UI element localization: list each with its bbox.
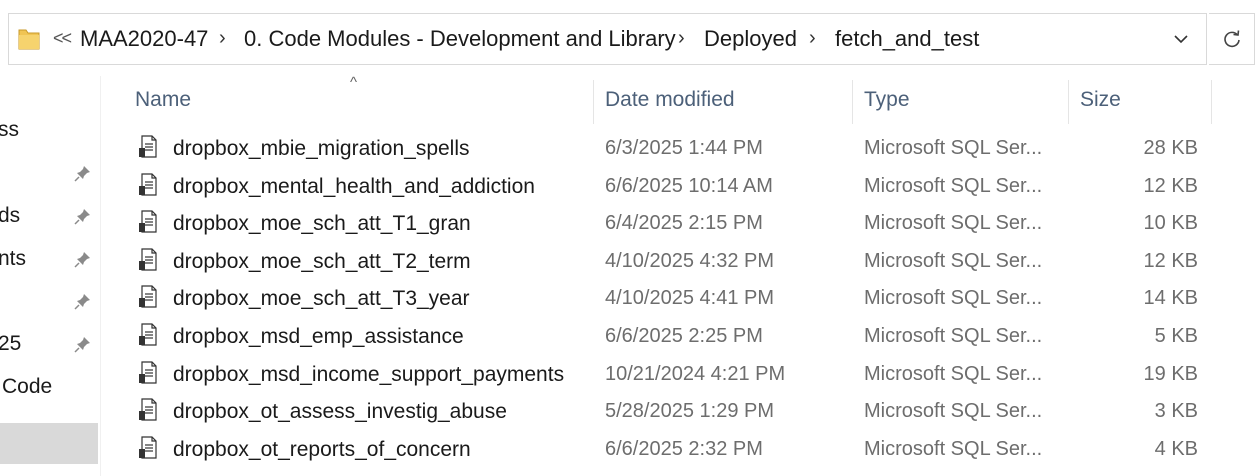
chevron-right-icon[interactable]: › xyxy=(678,27,685,50)
chevron-right-icon[interactable]: › xyxy=(219,27,226,50)
nav-item[interactable]: 25 xyxy=(0,332,21,356)
file-type: Microsoft SQL Ser... xyxy=(864,137,1043,159)
file-row[interactable]: dropbox_mbie_migration_spells 6/3/2025 1:… xyxy=(100,129,1255,167)
file-type: Microsoft SQL Ser... xyxy=(864,174,1043,197)
sql-file-icon xyxy=(138,135,158,159)
file-date-modified: 4/10/2025 4:41 PM xyxy=(605,287,775,310)
sql-file-icon xyxy=(138,172,158,197)
file-date-modified: 6/4/2025 2:15 PM xyxy=(605,212,763,235)
file-size: 28 KB xyxy=(1143,137,1198,159)
sql-file-icon xyxy=(138,248,158,272)
file-row[interactable]: dropbox_ot_reports_of_concern 6/6/2025 2:… xyxy=(100,430,1255,468)
chevron-down-icon[interactable] xyxy=(1170,28,1192,50)
column-header-type[interactable]: Type xyxy=(864,88,910,112)
file-row[interactable]: dropbox_moe_sch_att_T3_year 4/10/2025 4:4… xyxy=(100,279,1255,317)
breadcrumb-item-code-modules[interactable]: 0. Code Modules - Development and Librar… xyxy=(244,26,676,52)
nav-item[interactable]: Code xyxy=(2,375,52,399)
file-type: Microsoft SQL Ser... xyxy=(864,325,1043,347)
sql-file-icon xyxy=(138,323,158,347)
file-date-modified: 6/6/2025 2:32 PM xyxy=(605,437,763,460)
pin-icon[interactable] xyxy=(74,292,92,310)
file-name: dropbox_ot_assess_investig_abuse xyxy=(173,400,507,424)
file-date-modified: 5/28/2025 1:29 PM xyxy=(605,400,775,423)
file-type: Microsoft SQL Ser... xyxy=(864,287,1043,310)
file-row[interactable]: dropbox_mental_health_and_addiction 6/6/2… xyxy=(100,167,1255,205)
nav-item[interactable]: ds xyxy=(0,204,20,228)
refresh-icon xyxy=(1224,30,1240,48)
nav-item[interactable]: nts xyxy=(0,247,26,271)
file-size: 19 KB xyxy=(1143,362,1198,385)
file-date-modified: 6/3/2025 1:44 PM xyxy=(605,137,763,159)
file-name: dropbox_mbie_migration_spells xyxy=(173,137,470,160)
pin-icon[interactable] xyxy=(74,335,92,353)
breadcrumb-item-maa2020-47[interactable]: MAA2020-47 xyxy=(80,26,208,52)
file-name: dropbox_msd_emp_assistance xyxy=(173,325,464,348)
file-size: 5 KB xyxy=(1154,325,1198,347)
file-size: 14 KB xyxy=(1143,287,1198,310)
column-header-name[interactable]: Name xyxy=(135,88,191,112)
nav-item[interactable]: ss xyxy=(0,118,19,142)
file-size: 3 KB xyxy=(1154,400,1198,423)
address-bar[interactable]: << MAA2020-47 › 0. Code Modules - Develo… xyxy=(8,13,1207,65)
column-divider[interactable] xyxy=(1211,80,1212,124)
pin-icon[interactable] xyxy=(74,250,92,268)
file-name: dropbox_moe_sch_att_T3_year xyxy=(173,287,470,311)
nav-selected-highlight xyxy=(0,423,98,464)
file-type: Microsoft SQL Ser... xyxy=(864,362,1043,385)
file-type: Microsoft SQL Ser... xyxy=(864,400,1043,423)
breadcrumb-overflow-button[interactable]: << xyxy=(53,28,72,49)
file-row[interactable]: dropbox_msd_income_support_payments 10/21… xyxy=(100,355,1255,393)
sql-file-icon xyxy=(138,210,158,234)
column-divider[interactable] xyxy=(1068,80,1069,124)
file-name: dropbox_moe_sch_att_T2_term xyxy=(173,249,471,273)
file-row[interactable]: dropbox_msd_emp_assistance 6/6/2025 2:25 … xyxy=(100,317,1255,355)
refresh-button[interactable] xyxy=(1209,13,1255,65)
file-date-modified: 6/6/2025 10:14 AM xyxy=(605,174,773,197)
pin-icon[interactable] xyxy=(74,164,92,182)
sql-file-icon xyxy=(138,436,158,460)
folder-icon xyxy=(18,27,40,51)
pin-icon[interactable] xyxy=(74,207,92,225)
file-row[interactable]: dropbox_ot_assess_investig_abuse 5/28/202… xyxy=(100,392,1255,430)
file-name: dropbox_ot_reports_of_concern xyxy=(173,437,471,461)
column-divider[interactable] xyxy=(852,80,853,124)
column-header-size[interactable]: Size xyxy=(1080,88,1121,112)
file-size: 12 KB xyxy=(1143,249,1198,272)
file-name: dropbox_mental_health_and_addiction xyxy=(173,174,535,198)
chevron-right-icon[interactable]: › xyxy=(809,27,816,50)
sort-ascending-icon: ^ xyxy=(350,74,358,91)
file-date-modified: 10/21/2024 4:21 PM xyxy=(605,362,786,385)
address-bar-area: << MAA2020-47 › 0. Code Modules - Develo… xyxy=(0,0,1255,76)
navigation-pane: ss ds nts 25 Code xyxy=(0,76,101,476)
column-divider[interactable] xyxy=(593,80,594,124)
sql-file-icon xyxy=(138,360,158,385)
sql-file-icon xyxy=(138,398,158,422)
breadcrumb-item-fetch-and-test[interactable]: fetch_and_test xyxy=(835,26,979,52)
file-size: 12 KB xyxy=(1143,174,1198,197)
breadcrumb-item-deployed[interactable]: Deployed xyxy=(704,26,797,52)
file-size: 4 KB xyxy=(1154,437,1198,460)
sql-file-icon xyxy=(138,285,158,309)
file-date-modified: 6/6/2025 2:25 PM xyxy=(605,325,763,347)
file-row[interactable]: dropbox_moe_sch_att_T1_gran 6/4/2025 2:15… xyxy=(100,204,1255,242)
file-name: dropbox_moe_sch_att_T1_gran xyxy=(173,212,471,236)
file-name: dropbox_msd_income_support_payments xyxy=(173,362,565,386)
column-header-date-modified[interactable]: Date modified xyxy=(605,88,735,112)
file-row[interactable]: dropbox_moe_sch_att_T2_term 4/10/2025 4:3… xyxy=(100,242,1255,280)
file-type: Microsoft SQL Ser... xyxy=(864,437,1043,460)
file-type: Microsoft SQL Ser... xyxy=(864,249,1043,272)
file-date-modified: 4/10/2025 4:32 PM xyxy=(605,249,775,272)
file-size: 10 KB xyxy=(1143,212,1198,235)
file-type: Microsoft SQL Ser... xyxy=(864,212,1043,235)
